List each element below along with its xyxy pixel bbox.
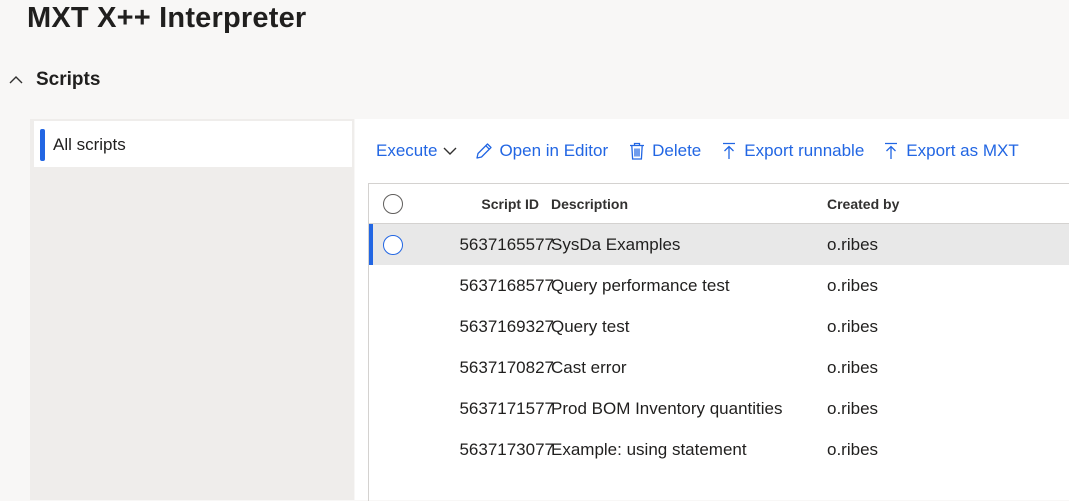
export-arrow-icon: [885, 142, 898, 159]
created-by-cell: o.ribes: [827, 235, 879, 254]
execute-label: Execute: [376, 141, 438, 160]
delete-button[interactable]: Delete: [628, 141, 701, 161]
table-row[interactable]: 5637173077 Example: using statement o.ri…: [369, 429, 1069, 470]
script-id-cell: 5637171577: [459, 399, 554, 418]
table-row[interactable]: 5637170827 Cast error o.ribes: [369, 347, 1069, 388]
row-select-radio[interactable]: [383, 235, 403, 255]
created-by-cell: o.ribes: [827, 358, 879, 377]
description-cell: Cast error: [551, 358, 627, 377]
select-all-radio[interactable]: [383, 194, 403, 214]
script-id-cell: 5637173077: [459, 440, 554, 459]
sidebar-item-label: All scripts: [53, 135, 126, 154]
sidebar: All scripts: [30, 119, 354, 500]
grid-header: Script ID Description Created by: [369, 184, 1069, 224]
script-id-cell: 5637168577: [459, 276, 554, 295]
description-cell: Prod BOM Inventory quantities: [551, 399, 783, 418]
export-as-mxt-label: Export as MXT: [906, 141, 1019, 160]
section-title: Scripts: [36, 69, 101, 90]
chevron-up-icon[interactable]: [8, 72, 24, 88]
table-row[interactable]: 5637171577 Prod BOM Inventory quantities…: [369, 388, 1069, 429]
pencil-icon: [476, 143, 493, 159]
export-as-mxt-button[interactable]: Export as MXT: [883, 141, 1019, 161]
scripts-grid: Script ID Description Created by 5637165…: [368, 183, 1069, 501]
page-title: MXT X++ Interpreter: [27, 2, 307, 34]
selected-indicator: [40, 129, 45, 161]
column-header-script-id[interactable]: Script ID: [481, 196, 539, 212]
description-cell: SysDa Examples: [551, 235, 681, 254]
chevron-down-icon: [443, 147, 457, 155]
delete-label: Delete: [652, 141, 702, 160]
column-header-created-by[interactable]: Created by: [827, 196, 899, 212]
row-selected-indicator: [369, 224, 373, 265]
description-cell: Query performance test: [551, 276, 730, 295]
script-id-cell: 5637165577: [459, 235, 554, 254]
script-id-cell: 5637170827: [459, 358, 554, 377]
script-id-cell: 5637169327: [459, 317, 554, 336]
open-in-editor-label: Open in Editor: [499, 141, 609, 160]
execute-button[interactable]: Execute: [376, 141, 458, 161]
toolbar: Execute Open in Editor Delete Export run…: [355, 119, 1069, 183]
export-runnable-label: Export runnable: [744, 141, 865, 160]
open-in-editor-button[interactable]: Open in Editor: [474, 141, 608, 161]
scripts-section-header[interactable]: Scripts: [8, 66, 100, 94]
export-runnable-button[interactable]: Export runnable: [721, 141, 864, 161]
table-row[interactable]: 5637169327 Query test o.ribes: [369, 306, 1069, 347]
table-row[interactable]: 5637168577 Query performance test o.ribe…: [369, 265, 1069, 306]
main-panel: Execute Open in Editor Delete Export run…: [355, 119, 1069, 501]
description-cell: Query test: [551, 317, 630, 336]
created-by-cell: o.ribes: [827, 399, 879, 418]
column-header-description[interactable]: Description: [551, 196, 628, 212]
description-cell: Example: using statement: [551, 440, 747, 459]
table-row[interactable]: 5637165577 SysDa Examples o.ribes: [369, 224, 1069, 265]
created-by-cell: o.ribes: [827, 317, 879, 336]
export-arrow-icon: [723, 142, 736, 159]
trash-icon: [630, 142, 645, 160]
created-by-cell: o.ribes: [827, 276, 879, 295]
sidebar-item-all-scripts[interactable]: All scripts: [34, 121, 352, 167]
created-by-cell: o.ribes: [827, 440, 879, 459]
